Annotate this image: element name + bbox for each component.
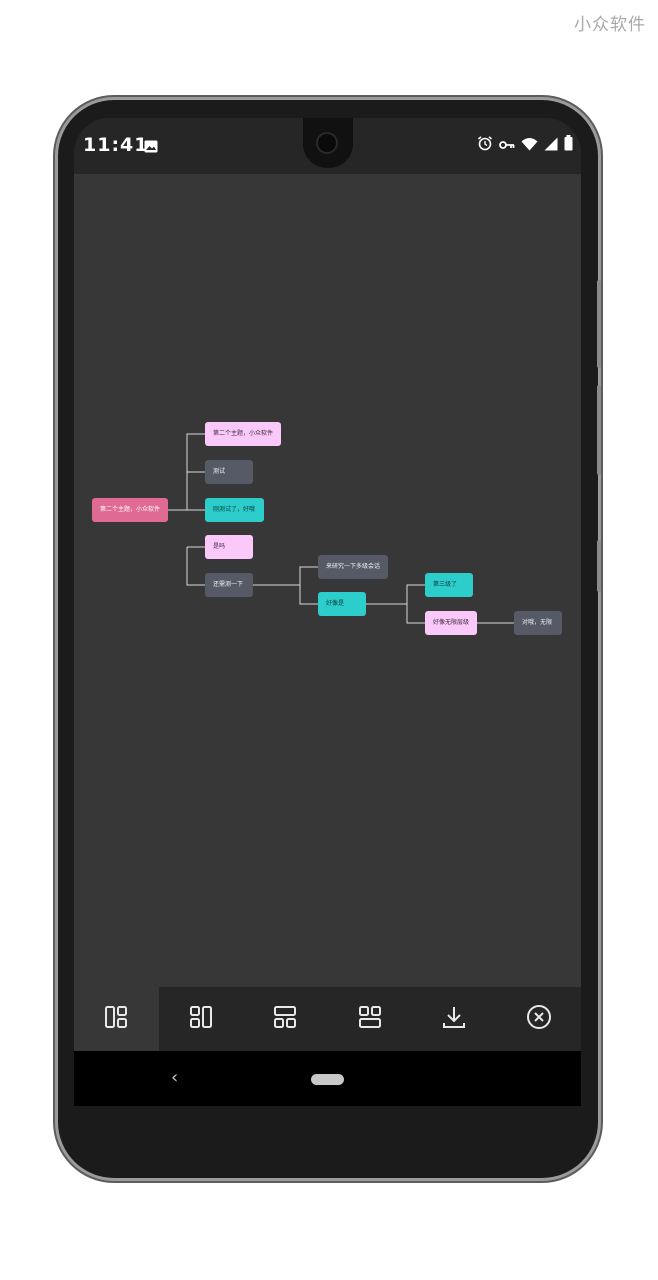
download-icon — [442, 1005, 466, 1033]
mindmap-node[interactable]: 第三级了 — [425, 573, 473, 597]
phone-side-button — [597, 385, 601, 475]
layout-up-icon — [358, 1005, 382, 1033]
layout-right-icon — [189, 1005, 213, 1033]
close-circle-icon — [526, 1004, 552, 1034]
mindmap-node[interactable]: 刚测试了，好哦 — [205, 498, 264, 522]
vpn-key-icon — [499, 136, 515, 155]
mindmap-connectors — [168, 433, 514, 624]
mindmap-node[interactable]: 是吗 — [205, 535, 253, 559]
camera-notch — [303, 118, 353, 168]
bottom-toolbar — [74, 987, 581, 1051]
wifi-icon — [521, 136, 538, 155]
layout-right-button[interactable] — [159, 987, 244, 1051]
mindmap-node[interactable]: 还需测一下 — [205, 573, 253, 597]
mindmap-node[interactable]: 第二个主题，小众软件 — [205, 422, 281, 446]
status-time: 11:41 — [83, 134, 149, 156]
phone-side-button — [597, 540, 601, 592]
navigation-bar: ‹ — [74, 1051, 581, 1106]
watermark: 小众软件 — [574, 15, 646, 35]
layout-down-icon — [273, 1005, 297, 1033]
signal-icon — [544, 136, 558, 155]
layout-up-button[interactable] — [328, 987, 413, 1051]
mindmap-node[interactable]: 对哦，无限 — [514, 611, 562, 635]
battery-icon — [564, 135, 573, 155]
back-button[interactable]: ‹ — [171, 1067, 178, 1088]
mindmap-root-node[interactable]: 第二个主题，小众软件 — [92, 498, 168, 522]
phone-side-button — [597, 280, 601, 368]
home-pill[interactable] — [311, 1074, 344, 1085]
phone-screen: 11:41 第二个主题，小众软件 第二个主题，小众软件 测试 刚测试了，好哦 是… — [74, 118, 581, 1106]
front-camera — [316, 132, 338, 154]
download-button[interactable] — [412, 987, 497, 1051]
mindmap-node[interactable]: 测试 — [205, 460, 253, 484]
mindmap-canvas[interactable]: 第二个主题，小众软件 第二个主题，小众软件 测试 刚测试了，好哦 是吗 还需测一… — [74, 174, 581, 987]
layout-down-button[interactable] — [243, 987, 328, 1051]
mindmap-node[interactable]: 好像是 — [318, 592, 366, 616]
close-button[interactable] — [497, 987, 582, 1051]
mindmap-node[interactable]: 来研究一下多级会话 — [318, 555, 388, 579]
status-bar: 11:41 — [74, 118, 581, 174]
mindmap-node[interactable]: 好像无限层级 — [425, 611, 477, 635]
alarm-icon — [477, 135, 493, 155]
layout-left-button[interactable] — [74, 987, 159, 1051]
image-icon — [144, 138, 158, 157]
layout-left-icon — [104, 1005, 128, 1033]
